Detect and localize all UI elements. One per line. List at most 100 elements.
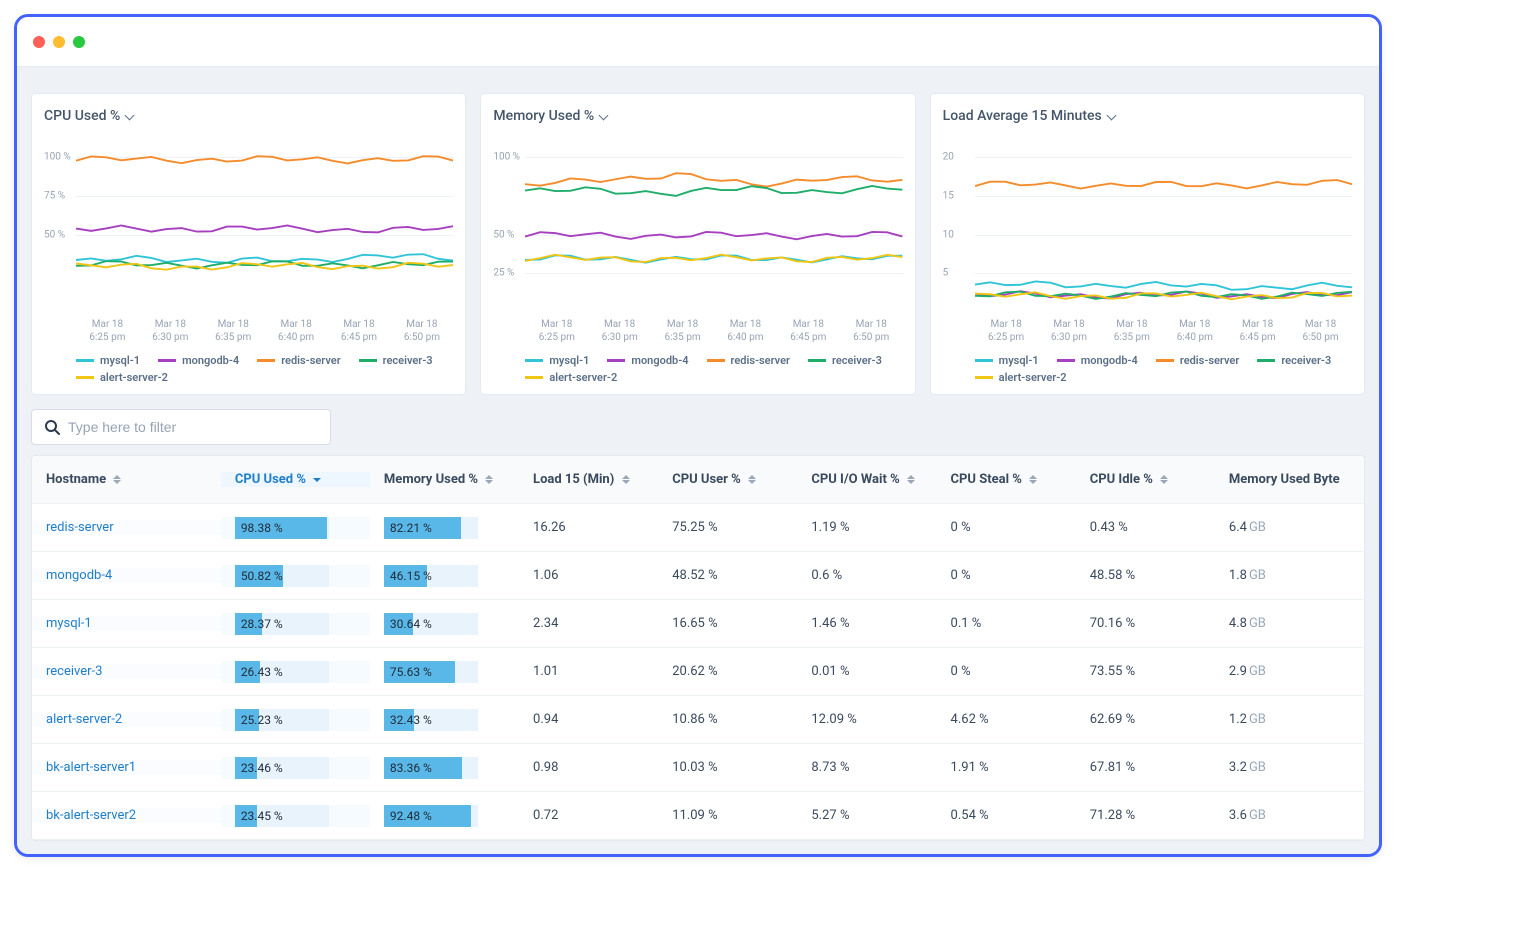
cell-memory-bytes: 6.4GB <box>1215 520 1364 535</box>
legend-item[interactable]: alert-server-2 <box>975 371 1067 384</box>
x-tick-label: Mar 186:40 pm <box>1163 318 1226 344</box>
cell-memory-used: 92.48 % <box>370 805 519 827</box>
legend-item[interactable]: mongodb-4 <box>158 354 239 367</box>
cell-load-15: 0.98 <box>519 760 658 775</box>
search-icon <box>44 419 60 435</box>
legend-memory: mysql-1 mongodb-4 redis-server receiver-3 al… <box>493 354 902 384</box>
y-tick-label: 5 <box>943 268 949 279</box>
series-line <box>76 254 453 263</box>
x-tick-label: Mar 186:45 pm <box>777 318 840 344</box>
chart-title-cpu[interactable]: CPU Used % <box>44 108 453 124</box>
legend-item[interactable]: alert-server-2 <box>76 371 168 384</box>
cell-cpu-steal: 0 % <box>937 520 1076 535</box>
legend-swatch-icon <box>607 359 625 362</box>
close-window-icon[interactable] <box>33 36 45 48</box>
y-tick-label: 10 <box>943 229 954 240</box>
hostname-link[interactable]: bk-alert-server1 <box>46 760 136 775</box>
chart-title-label: Memory Used % <box>493 108 594 124</box>
legend-swatch-icon <box>525 359 543 362</box>
legend-item[interactable]: redis-server <box>1156 354 1239 367</box>
hostname-link[interactable]: bk-alert-server2 <box>46 808 136 823</box>
legend-label: redis-server <box>281 354 340 367</box>
cell-cpu-idle: 67.81 % <box>1076 760 1215 775</box>
series-line <box>525 173 902 186</box>
legend-item[interactable]: receiver-3 <box>359 354 433 367</box>
hostname-link[interactable]: receiver-3 <box>46 664 102 679</box>
hostname-link[interactable]: alert-server-2 <box>46 712 122 727</box>
legend-item[interactable]: mysql-1 <box>975 354 1039 367</box>
cell-load-15: 16.26 <box>519 520 658 535</box>
maximize-window-icon[interactable] <box>73 36 85 48</box>
y-tick-label: 15 <box>943 191 954 202</box>
cell-cpu-user: 75.25 % <box>658 520 797 535</box>
chart-card-memory: Memory Used % 100 %50 %25 % Mar 186:25 p… <box>480 93 915 395</box>
table-row: mongodb-450.82 %46.15 %1.0648.52 %0.6 %0… <box>32 552 1364 600</box>
x-tick-label: Mar 186:30 pm <box>139 318 202 344</box>
cell-memory-bytes: 1.8GB <box>1215 568 1364 583</box>
y-tick-label: 20 <box>943 152 954 163</box>
cell-hostname: bk-alert-server1 <box>32 760 221 775</box>
cell-memory-used: 82.21 % <box>370 517 519 539</box>
col-cpu-user[interactable]: CPU User % <box>658 472 797 487</box>
table-row: receiver-326.43 %75.63 %1.0120.62 %0.01 … <box>32 648 1364 696</box>
y-tick-label: 100 % <box>44 152 71 163</box>
legend-item[interactable]: mongodb-4 <box>607 354 688 367</box>
hostname-link[interactable]: mongodb-4 <box>46 568 112 583</box>
legend-swatch-icon <box>975 376 993 379</box>
legend-swatch-icon <box>1156 359 1174 362</box>
col-cpu-steal[interactable]: CPU Steal % <box>937 472 1076 487</box>
legend-label: alert-server-2 <box>100 371 168 384</box>
col-cpu-used[interactable]: CPU Used % <box>221 472 370 487</box>
cell-cpu-steal: 0 % <box>937 568 1076 583</box>
cell-cpu-idle: 62.69 % <box>1076 712 1215 727</box>
legend-item[interactable]: redis-server <box>257 354 340 367</box>
filter-input[interactable] <box>68 419 318 435</box>
legend-swatch-icon <box>76 376 94 379</box>
series-line <box>525 232 902 239</box>
bar-cell: 28.37 % <box>235 613 329 635</box>
cell-hostname: mongodb-4 <box>32 568 221 583</box>
legend-label: receiver-3 <box>1281 354 1331 367</box>
legend-item[interactable]: mysql-1 <box>525 354 589 367</box>
col-load-15[interactable]: Load 15 (Min) <box>519 472 658 487</box>
col-cpu-iowait[interactable]: CPU I/O Wait % <box>797 472 936 487</box>
chart-plot-load: 20 15 10 5 <box>943 142 1352 312</box>
legend-swatch-icon <box>158 359 176 362</box>
legend-label: receiver-3 <box>383 354 433 367</box>
chevron-down-icon <box>1106 111 1116 121</box>
cell-cpu-used: 50.82 % <box>221 565 370 587</box>
minimize-window-icon[interactable] <box>53 36 65 48</box>
legend-swatch-icon <box>808 359 826 362</box>
legend-item[interactable]: receiver-3 <box>808 354 882 367</box>
legend-item[interactable]: mysql-1 <box>76 354 140 367</box>
chart-title-load[interactable]: Load Average 15 Minutes <box>943 108 1352 124</box>
cell-cpu-iowait: 8.73 % <box>797 760 936 775</box>
table-row: alert-server-225.23 %32.43 %0.9410.86 %1… <box>32 696 1364 744</box>
cell-cpu-idle: 70.16 % <box>1076 616 1215 631</box>
cell-cpu-used: 98.38 % <box>221 517 370 539</box>
legend-item[interactable]: alert-server-2 <box>525 371 617 384</box>
y-tick-label: 50 % <box>44 229 65 240</box>
legend-item[interactable]: receiver-3 <box>1257 354 1331 367</box>
legend-item[interactable]: redis-server <box>707 354 790 367</box>
cell-cpu-steal: 0.1 % <box>937 616 1076 631</box>
chevron-down-icon <box>124 111 134 121</box>
col-memory-used[interactable]: Memory Used % <box>370 472 519 487</box>
y-tick-label: 75 % <box>44 191 65 202</box>
legend-label: mysql-1 <box>999 354 1039 367</box>
legend-cpu: mysql-1 mongodb-4 redis-server receiver-3 al… <box>44 354 453 384</box>
x-axis-memory: Mar 186:25 pmMar 186:30 pmMar 186:35 pmM… <box>493 318 902 344</box>
hostname-link[interactable]: redis-server <box>46 520 114 535</box>
col-memory-bytes[interactable]: Memory Used Byte <box>1215 472 1364 487</box>
col-cpu-idle[interactable]: CPU Idle % <box>1076 472 1215 487</box>
hostname-link[interactable]: mysql-1 <box>46 616 92 631</box>
legend-item[interactable]: mongodb-4 <box>1057 354 1138 367</box>
cell-cpu-used: 26.43 % <box>221 661 370 683</box>
legend-label: mongodb-4 <box>1081 354 1138 367</box>
col-hostname[interactable]: Hostname <box>32 472 221 487</box>
filter-input-wrap[interactable] <box>31 409 331 445</box>
table-header-row: Hostname CPU Used % Memory Used % Load 1… <box>32 456 1364 504</box>
chart-title-memory[interactable]: Memory Used % <box>493 108 902 124</box>
cell-cpu-idle: 73.55 % <box>1076 664 1215 679</box>
legend-label: redis-server <box>1180 354 1239 367</box>
